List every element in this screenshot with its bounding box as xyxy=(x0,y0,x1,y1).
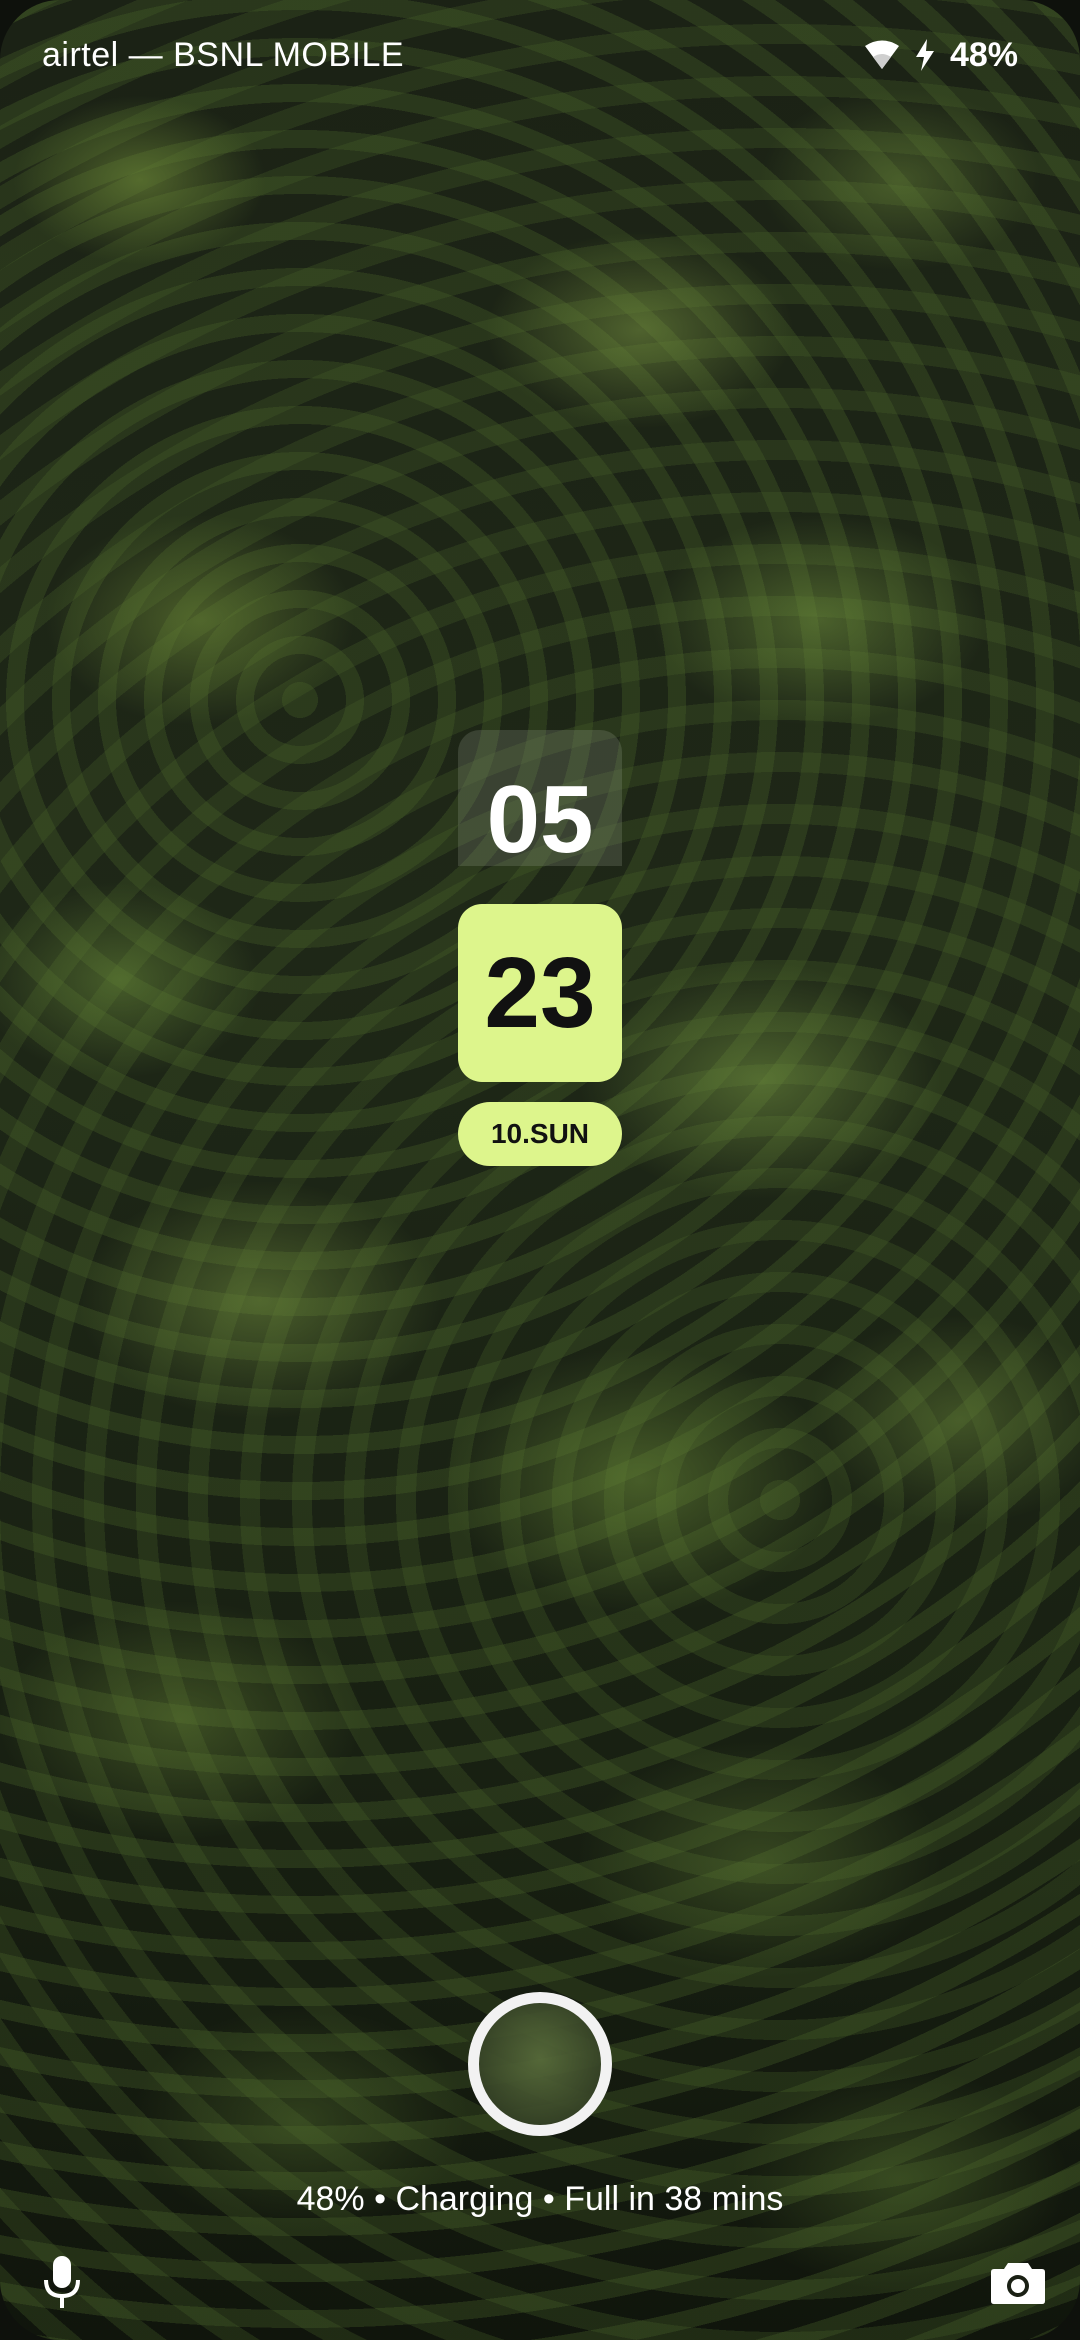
carrier-label: airtel — BSNL MOBILE xyxy=(42,35,405,74)
clock-widget[interactable]: 05 23 10.SUN xyxy=(458,730,622,1166)
lock-screen: airtel — BSNL MOBILE 48% 05 23 10.SUN 48… xyxy=(0,0,1080,2340)
microphone-icon[interactable] xyxy=(30,2250,94,2314)
status-icons: 48% xyxy=(864,36,1018,75)
fingerprint-icon[interactable] xyxy=(468,1992,612,2136)
clock-minute: 23 xyxy=(458,904,622,1082)
charging-status: 48% • Charging • Full in 38 mins xyxy=(296,2180,784,2218)
bolt-icon xyxy=(914,38,936,72)
clock-hour: 05 xyxy=(458,730,622,866)
battery-percent: 48% xyxy=(949,35,1018,74)
camera-icon[interactable] xyxy=(986,2250,1050,2314)
clock-date: 10.SUN xyxy=(458,1102,622,1166)
status-bar: airtel — BSNL MOBILE 48% xyxy=(0,0,1080,110)
wifi-icon xyxy=(864,40,900,70)
